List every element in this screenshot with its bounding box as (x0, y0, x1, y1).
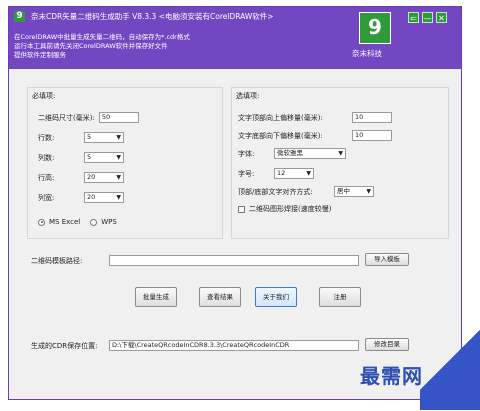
window-title: 奈末CDR矢量二维码生成助手 V8.3.3 <电脑须安装有CorelDRAW软件… (31, 12, 274, 21)
excel-radio[interactable] (38, 218, 45, 226)
template-path-label: 二维码模板路径: (31, 256, 83, 265)
weld-checkbox-label: 二维码图形焊接(速度较慢) (249, 205, 332, 213)
header-line-1: 在CorelDRAW中批量生成矢量二维码，自动保存为*.cdr格式 (14, 33, 190, 41)
qr-size-input[interactable]: 50 (98, 112, 139, 123)
row-height-label: 行高: (38, 173, 55, 182)
app-window: 9 奈末CDR矢量二维码生成助手 V8.3.3 <电脑须安装有CorelDRAW… (8, 6, 462, 400)
import-template-button[interactable]: 导入模板 (365, 253, 409, 266)
bottom-offset-label: 文字底部向下偏移量(毫米): (238, 131, 323, 140)
optional-group: 选填项: 文字顶部向上偏移量(毫米): 10 文字底部向下偏移量(毫米): 10… (231, 87, 449, 239)
save-path-label: 生成的CDR保存位置: (31, 341, 98, 350)
header-line-2: 运行本工具前请先关闭CorelDRAW软件并保存好文件 (14, 42, 168, 50)
size-value: 12 (277, 169, 286, 177)
batch-generate-button[interactable]: 批量生成 (135, 287, 177, 307)
optional-group-title: 选填项: (236, 92, 260, 100)
close-icon[interactable]: ✕ (436, 12, 447, 23)
chevron-down-icon: ▼ (366, 188, 371, 195)
col-width-select[interactable]: 20 ▼ (84, 192, 124, 203)
brand-name: 奈末科技 (352, 49, 382, 58)
wps-radio-label: WPS (101, 218, 117, 226)
col-width-value: 20 (87, 193, 96, 201)
save-path-input[interactable]: D:\下载\CreateQRcodeInCDR8.3.3\CreateQRcod… (109, 340, 359, 351)
chevron-down-icon: ▼ (116, 134, 121, 141)
app-logo: 9 (14, 11, 25, 22)
modify-directory-button[interactable]: 修改目录 (365, 338, 409, 351)
top-offset-label: 文字顶部向上偏移量(毫米): (238, 113, 323, 122)
watermark-corner (420, 310, 480, 410)
qr-size-label: 二维码尺寸(毫米): (38, 113, 95, 122)
cols-label: 列数: (38, 153, 55, 162)
header-description: 在CorelDRAW中批量生成矢量二维码，自动保存为*.cdr格式 运行本工具前… (14, 33, 190, 60)
row-height-value: 20 (87, 173, 96, 181)
window-controls: ⇐ — ✕ (408, 12, 447, 23)
top-offset-input[interactable]: 10 (352, 112, 392, 123)
rows-label: 行数: (38, 133, 55, 142)
header-line-3: 提供软件定制服务 (14, 51, 66, 59)
restore-icon[interactable]: ⇐ (408, 12, 419, 23)
about-us-button[interactable]: 关于我们 (255, 287, 297, 307)
weld-checkbox[interactable] (238, 205, 245, 213)
minimize-icon[interactable]: — (422, 12, 433, 23)
chevron-down-icon: ▼ (116, 194, 121, 201)
chevron-down-icon: ▼ (306, 170, 311, 177)
size-select[interactable]: 12 ▼ (274, 168, 314, 179)
watermark-text: 最需网 (360, 364, 423, 388)
excel-radio-label: MS Excel (49, 218, 81, 226)
chevron-down-icon: ▼ (338, 150, 343, 157)
size-label: 字号: (238, 169, 255, 178)
cols-select[interactable]: 5 ▼ (84, 152, 124, 163)
font-select[interactable]: 微软雅黑 ▼ (274, 148, 346, 159)
wps-radio[interactable] (90, 218, 98, 226)
register-button[interactable]: 注册 (319, 287, 361, 307)
bottom-offset-input[interactable]: 10 (352, 130, 392, 141)
chevron-down-icon: ▼ (116, 174, 121, 181)
align-select[interactable]: 居中 ▼ (334, 186, 374, 197)
required-group: 必填项: 二维码尺寸(毫米): 50 行数: 5 ▼ 列数: 5 ▼ 行高: 2… (27, 87, 223, 239)
rows-value: 5 (87, 133, 92, 141)
font-label: 字体: (238, 149, 255, 158)
font-value: 微软雅黑 (277, 149, 303, 157)
cols-value: 5 (87, 153, 92, 161)
title-bar: 9 奈末CDR矢量二维码生成助手 V8.3.3 <电脑须安装有CorelDRAW… (9, 7, 461, 69)
required-group-title: 必填项: (32, 92, 56, 100)
row-height-select[interactable]: 20 ▼ (84, 172, 124, 183)
align-value: 居中 (337, 187, 350, 195)
chevron-down-icon: ▼ (116, 154, 121, 161)
align-label: 顶部/底部文字对齐方式: (238, 187, 313, 196)
view-results-button[interactable]: 查看结果 (199, 287, 241, 307)
col-width-label: 列宽: (38, 193, 55, 202)
rows-select[interactable]: 5 ▼ (84, 132, 124, 143)
template-path-input[interactable] (109, 255, 359, 266)
brand-logo: 9 (359, 12, 391, 44)
